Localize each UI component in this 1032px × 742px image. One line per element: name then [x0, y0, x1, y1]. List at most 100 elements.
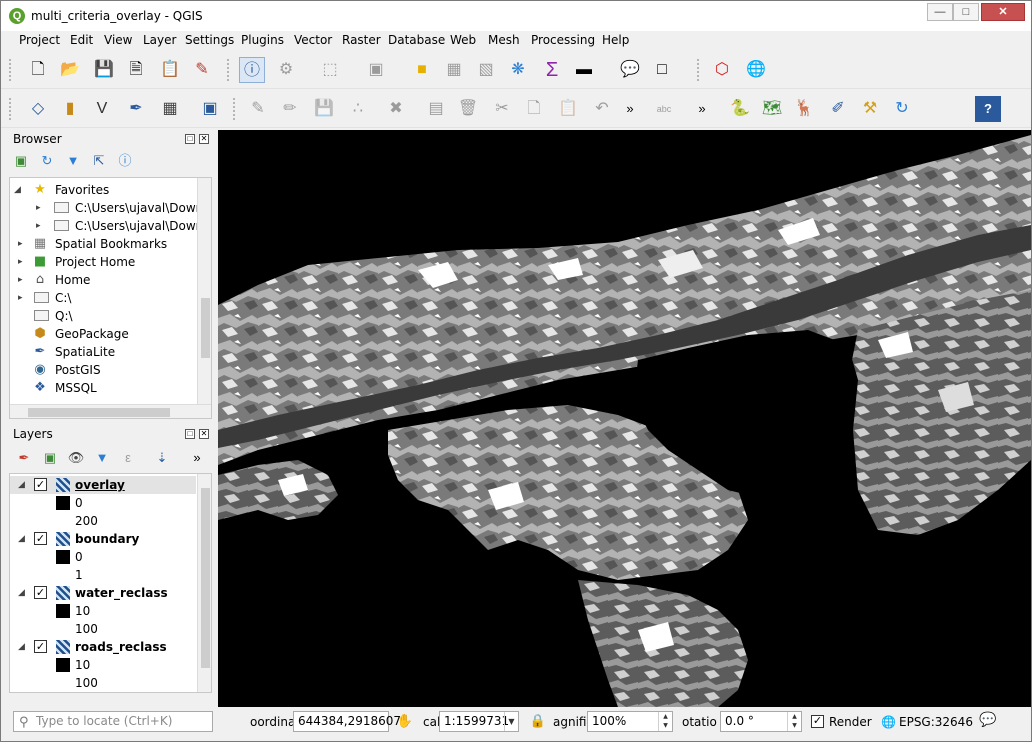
- plugin-tools-icon[interactable]: ⚒: [857, 96, 883, 122]
- select-features-icon[interactable]: ⬚: [317, 57, 343, 83]
- layer-visibility-checkbox[interactable]: ✓: [34, 532, 47, 545]
- toggle-editing-icon[interactable]: ✎: [245, 96, 271, 122]
- layer-row-water-reclass[interactable]: ◢ ✓ water_reclass: [10, 584, 196, 602]
- undo-icon[interactable]: ↶: [589, 96, 615, 122]
- toggle-extents-icon[interactable]: ✋: [395, 709, 415, 733]
- add-raster-layer-icon[interactable]: ▣: [197, 96, 223, 122]
- layout-manager-icon[interactable]: 📋: [157, 57, 183, 83]
- expanded-arrow-icon[interactable]: ◢: [18, 530, 28, 548]
- browser-item-q-drive[interactable]: Q:\: [10, 307, 200, 325]
- spin-arrows-icon[interactable]: ▲ ▼: [658, 712, 672, 731]
- browser-item-geopackage[interactable]: ⬢ GeoPackage: [10, 325, 200, 343]
- toolbar-grip[interactable]: [227, 59, 231, 81]
- messages-icon[interactable]: 💬: [979, 712, 996, 728]
- menu-view[interactable]: View: [104, 33, 132, 47]
- properties-icon[interactable]: ⓘ: [115, 151, 135, 171]
- menu-help[interactable]: Help: [602, 33, 629, 47]
- copy-features-icon[interactable]: 🗋: [521, 96, 547, 122]
- menu-project[interactable]: Project: [19, 33, 60, 47]
- browser-item-project-home[interactable]: ▸ ■ Project Home: [10, 253, 200, 271]
- browser-item-spatialite[interactable]: ✒ SpatiaLite: [10, 343, 200, 361]
- browser-item-c-drive[interactable]: ▸ C:\: [10, 289, 200, 307]
- deselect-all-icon[interactable]: ■: [409, 57, 435, 83]
- current-edits-icon[interactable]: ✏: [277, 96, 303, 122]
- toolbar-grip[interactable]: [697, 59, 701, 81]
- run-feature-action-icon[interactable]: ⚙: [273, 57, 299, 83]
- layers-vertical-scrollbar[interactable]: [197, 474, 211, 692]
- browser-item-postgis[interactable]: ◉ PostGIS: [10, 361, 200, 379]
- float-panel-icon[interactable]: □: [185, 134, 195, 144]
- add-vector-layer-icon[interactable]: V: [89, 96, 115, 122]
- data-source-manager-icon[interactable]: ◇: [25, 96, 51, 122]
- add-feature-icon[interactable]: ∴: [345, 96, 371, 122]
- minimize-button[interactable]: —: [927, 3, 953, 21]
- expanded-arrow-icon[interactable]: ◢: [18, 476, 28, 494]
- field-calculator-icon[interactable]: ▧: [473, 57, 499, 83]
- expanded-arrow-icon[interactable]: ◢: [18, 638, 28, 656]
- add-virtual-layer-icon[interactable]: ▦: [157, 96, 183, 122]
- filter-by-expression-icon[interactable]: ε: [117, 447, 139, 469]
- processing-toolbox-icon[interactable]: ❋: [505, 57, 531, 83]
- layer-visibility-checkbox[interactable]: ✓: [34, 478, 47, 491]
- identify-features-icon[interactable]: ⓘ: [239, 57, 265, 83]
- new-print-layout-icon[interactable]: 🗎: [123, 57, 149, 83]
- text-annotation-icon[interactable]: □: [649, 57, 675, 83]
- style-manager-icon[interactable]: ✎: [189, 57, 215, 83]
- browser-item-home[interactable]: ▸ ⌂ Home: [10, 271, 200, 289]
- menu-layer[interactable]: Layer: [143, 33, 176, 47]
- browser-vertical-scrollbar[interactable]: [197, 178, 211, 404]
- close-button[interactable]: ✕: [981, 3, 1025, 21]
- open-layer-styling-icon[interactable]: ✒: [13, 447, 35, 469]
- paste-features-icon[interactable]: 📋: [555, 96, 581, 122]
- menu-database[interactable]: Database: [388, 33, 445, 47]
- collapsed-arrow-icon[interactable]: ▸: [18, 289, 28, 307]
- map-tips-icon[interactable]: 💬: [617, 57, 643, 83]
- geometry-checker-icon[interactable]: ⬡: [709, 57, 735, 83]
- measure-line-icon[interactable]: ▬: [571, 57, 597, 83]
- locator-search-input[interactable]: ⚲ Type to locate (Ctrl+K): [13, 711, 213, 732]
- deer-plugin-icon[interactable]: 🦌: [791, 96, 817, 122]
- open-project-icon[interactable]: 📂: [57, 57, 83, 83]
- delete-selected-icon[interactable]: 🗑: [455, 96, 481, 122]
- statistical-summary-icon[interactable]: Σ: [539, 57, 565, 83]
- select-by-value-icon[interactable]: ▣: [363, 57, 389, 83]
- save-layer-edits-icon[interactable]: 💾: [311, 96, 337, 122]
- help-icon[interactable]: ?: [975, 96, 1001, 122]
- python-console-icon[interactable]: 🐍: [727, 96, 753, 122]
- filter-legend-icon[interactable]: ▼: [91, 447, 113, 469]
- new-geopackage-layer-icon[interactable]: ▮: [57, 96, 83, 122]
- menu-edit[interactable]: Edit: [70, 33, 93, 47]
- menu-mesh[interactable]: Mesh: [488, 33, 520, 47]
- menu-processing[interactable]: Processing: [531, 33, 595, 47]
- cut-features-icon[interactable]: ✂: [489, 96, 515, 122]
- dropdown-arrow-icon[interactable]: ▼: [504, 712, 518, 731]
- toolbar-grip[interactable]: [9, 98, 13, 120]
- browser-horizontal-scrollbar[interactable]: [10, 404, 211, 418]
- collapse-all-icon[interactable]: ⇱: [89, 151, 109, 171]
- close-panel-icon[interactable]: ✕: [199, 429, 209, 439]
- rotation-field[interactable]: 0.0 ° ▲ ▼: [720, 711, 802, 732]
- collapsed-arrow-icon[interactable]: ▸: [36, 199, 46, 217]
- browser-item-favorites[interactable]: ◢ ★ Favorites: [10, 181, 200, 199]
- toolbar-grip[interactable]: [233, 98, 237, 120]
- collapsed-arrow-icon[interactable]: ▸: [36, 217, 46, 235]
- add-group-icon[interactable]: ▣: [39, 447, 61, 469]
- georeferencer-icon[interactable]: 🗺: [759, 96, 785, 122]
- menu-raster[interactable]: Raster: [342, 33, 381, 47]
- menu-plugins[interactable]: Plugins: [241, 33, 284, 47]
- collapsed-arrow-icon[interactable]: ▸: [18, 271, 28, 289]
- render-checkbox[interactable]: ✓: [811, 715, 824, 728]
- scrollbar-thumb[interactable]: [201, 488, 210, 668]
- modify-attributes-icon[interactable]: ▤: [423, 96, 449, 122]
- coordinate-field[interactable]: 644384,2918607: [293, 711, 401, 732]
- collapsed-arrow-icon[interactable]: ▸: [18, 235, 28, 253]
- close-panel-icon[interactable]: ✕: [199, 134, 209, 144]
- browser-item-favorite-folder-1[interactable]: ▸ C:\Users\ujaval\Downlo: [10, 199, 211, 217]
- expand-all-icon[interactable]: ⇣: [151, 447, 173, 469]
- collapsed-arrow-icon[interactable]: ▸: [18, 253, 28, 271]
- browser-item-favorite-folder-2[interactable]: ▸ C:\Users\ujaval\Downlo: [10, 217, 211, 235]
- float-panel-icon[interactable]: □: [185, 429, 195, 439]
- add-selected-layers-icon[interactable]: ▣: [11, 151, 31, 171]
- vertex-tool-icon[interactable]: ✖: [383, 96, 409, 122]
- menu-settings[interactable]: Settings: [185, 33, 234, 47]
